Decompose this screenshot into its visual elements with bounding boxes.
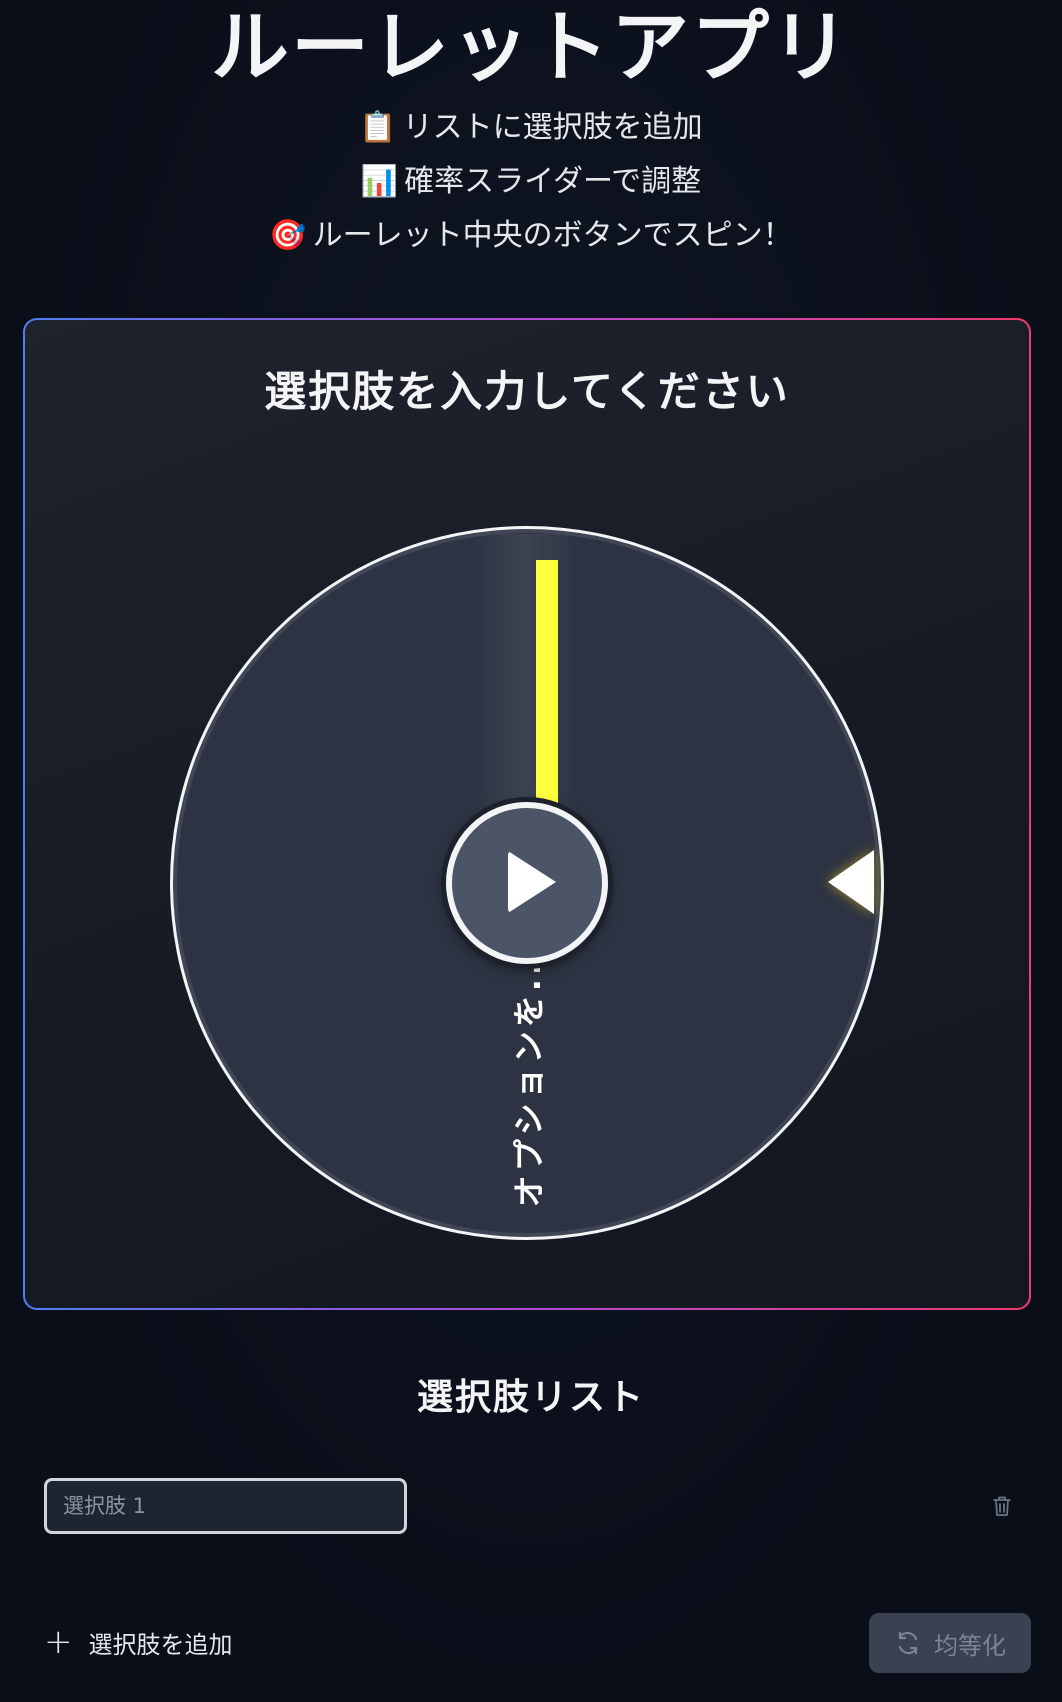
trash-icon [993, 1496, 1011, 1516]
bar-chart-icon: 📊 [360, 164, 399, 199]
segment-label: オプションを... [510, 942, 548, 1208]
triangle-pointer-icon [828, 850, 874, 914]
play-icon [508, 851, 556, 913]
target-icon: 🎯 [269, 218, 307, 253]
equalize-label: 均等化 [934, 1631, 1006, 1660]
result-heading: 選択肢を入力してください [264, 367, 790, 416]
instruction-text: ルーレット中央のボタンでスピン！ [312, 218, 793, 253]
marker-glow [470, 534, 580, 834]
add-option-button[interactable]: + 選択肢を追加 [44, 1622, 233, 1662]
plus-icon: + [44, 1622, 73, 1662]
refresh-icon [898, 1631, 918, 1655]
instruction-spin: 🎯 ルーレット中央のボタンでスピン！ [0, 216, 1062, 256]
roulette-wheel: オプションを... [168, 524, 886, 1242]
delete-option-button[interactable] [984, 1488, 1020, 1524]
option-row [44, 1478, 1020, 1534]
roulette-card: 選択肢を入力してください オプションを... [23, 318, 1031, 1310]
app-page: ルーレットアプリ 📋 リストに選択肢を追加 📊 確率スライダーで調整 🎯 ルーレット中… [0, 0, 1062, 1702]
equalize-button[interactable]: 均等化 [869, 1613, 1031, 1673]
instruction-adjust-probability: 📊 確率スライダーで調整 [0, 162, 1062, 202]
instruction-text: リストに選択肢を追加 [402, 110, 703, 145]
options-list-title: 選択肢リスト [416, 1377, 645, 1418]
add-option-label: 選択肢を追加 [88, 1630, 233, 1659]
app-title: ルーレットアプリ [210, 3, 851, 93]
spin-button[interactable] [446, 802, 608, 964]
roulette-card-body: 選択肢を入力してください オプションを... [25, 320, 1029, 1308]
clipboard-icon: 📋 [359, 110, 397, 145]
segment-marker [536, 560, 558, 810]
option-input[interactable] [44, 1478, 407, 1534]
instruction-text: 確率スライダーで調整 [404, 164, 702, 199]
instruction-add-options: 📋 リストに選択肢を追加 [0, 108, 1062, 148]
